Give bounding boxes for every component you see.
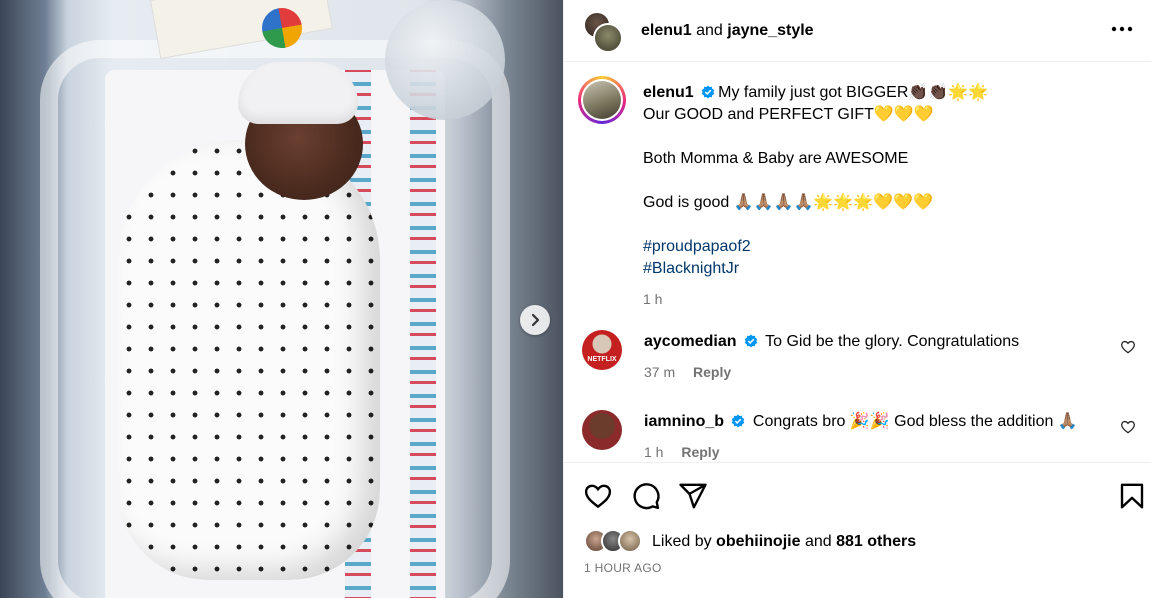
coauthor-username[interactable]: jayne_style	[727, 22, 813, 39]
post-actions-bar: Liked by obehiinojie and 881 others 1 HO…	[564, 462, 1151, 598]
comment-timestamp[interactable]: 37 m	[644, 364, 675, 380]
post-header: elenu1 and jayne_style	[564, 0, 1151, 62]
liker-username[interactable]: obehiinojie	[716, 533, 800, 551]
swaddled-baby	[118, 140, 380, 580]
story-ring-avatar[interactable]	[578, 76, 626, 124]
caption-line	[643, 126, 1123, 148]
likes-middle: and	[804, 533, 832, 550]
comment-text: Congrats bro 🎉🎉 God bless the addition 🙏…	[752, 413, 1078, 430]
collab-avatars[interactable]	[583, 10, 623, 53]
likes-others-link[interactable]: 881 others	[836, 533, 916, 551]
reply-button[interactable]: Reply	[693, 364, 731, 380]
liker-avatars[interactable]	[584, 529, 644, 555]
caption-timestamp[interactable]: 1 h	[643, 288, 1123, 310]
avatar	[583, 81, 621, 119]
comment-username[interactable]: iamnino_b	[644, 413, 724, 430]
share-icon[interactable]	[678, 481, 708, 511]
author-username[interactable]: elenu1	[641, 22, 692, 39]
blanket-stripe	[410, 70, 436, 598]
avatar-netflix-label: NETFLIX	[587, 356, 617, 363]
next-photo-button[interactable]	[520, 305, 550, 335]
caption-line: My family just got BIGGER👏🏿👏🏿🌟🌟	[718, 84, 989, 101]
caption-username[interactable]: elenu1	[643, 84, 694, 101]
caption-line: Both Momma & Baby are AWESOME	[643, 150, 909, 167]
post-photo	[0, 0, 563, 598]
caption-line	[643, 214, 1123, 236]
caption-line	[643, 170, 1123, 192]
authors-joiner: and	[691, 21, 728, 39]
post-timestamp[interactable]: 1 HOUR AGO	[584, 561, 662, 575]
avatar[interactable]	[582, 410, 622, 450]
avatar	[593, 22, 623, 53]
verified-badge-icon	[701, 85, 715, 99]
comment-text: To Gid be the glory. Congratulations	[765, 333, 1020, 350]
bassinet-lid	[385, 0, 505, 120]
comment-icon[interactable]	[631, 481, 661, 511]
hashtag-link[interactable]: #proudpapaof2	[643, 236, 1123, 258]
caption-line: God is good 🙏🏽🙏🏽🙏🏽🙏🏽🌟🌟🌟💛💛💛	[643, 194, 933, 211]
avatar	[618, 529, 642, 553]
collab-authors: elenu1 and jayne_style	[641, 22, 814, 40]
comment-timestamp[interactable]: 1 h	[644, 444, 663, 460]
verified-badge-icon	[744, 334, 758, 348]
likes-prefix: Liked by	[652, 533, 712, 550]
chevron-right-icon	[531, 313, 540, 327]
reply-button[interactable]: Reply	[681, 444, 719, 460]
verified-badge-icon	[732, 414, 745, 428]
comments-scroll-area[interactable]: elenu1 My family just got BIGGER👏🏿👏🏿🌟🌟 O…	[564, 62, 1151, 462]
heart-icon[interactable]	[583, 481, 613, 511]
caption-body: elenu1 My family just got BIGGER👏🏿👏🏿🌟🌟 O…	[643, 82, 1123, 310]
more-options-button[interactable]	[1107, 14, 1137, 44]
more-horizontal-icon	[1111, 26, 1133, 32]
hashtag-link[interactable]: #BlacknightJr	[643, 258, 1123, 280]
like-comment-heart-icon[interactable]	[1120, 419, 1136, 435]
comment-username[interactable]: aycomedian	[644, 333, 736, 350]
caption-line: Our GOOD and PERFECT GIFT💛💛💛	[643, 106, 934, 123]
post-details-panel: elenu1 and jayne_style elenu1 My family	[563, 0, 1151, 598]
like-comment-heart-icon[interactable]	[1120, 339, 1136, 355]
baby-hat	[238, 62, 358, 124]
bookmark-icon[interactable]	[1117, 481, 1147, 511]
likes-summary: Liked by obehiinojie and 881 others	[584, 529, 916, 555]
avatar[interactable]: NETFLIX	[582, 330, 622, 370]
